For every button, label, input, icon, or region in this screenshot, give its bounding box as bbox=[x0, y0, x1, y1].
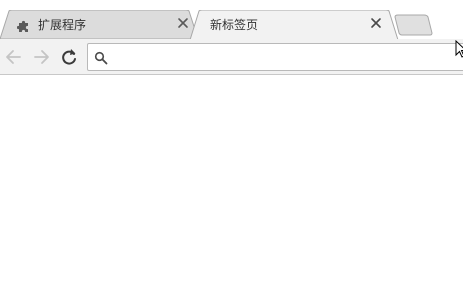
arrow-left-icon[interactable] bbox=[3, 46, 25, 68]
tab-new-tab-title: 新标签页 bbox=[210, 18, 259, 32]
close-icon[interactable] bbox=[177, 17, 189, 29]
close-icon[interactable] bbox=[370, 17, 382, 29]
tab-extensions-title: 扩展程序 bbox=[38, 18, 87, 32]
reload-icon[interactable] bbox=[58, 46, 80, 68]
puzzle-piece-icon bbox=[17, 20, 28, 32]
omnibox[interactable] bbox=[87, 43, 463, 71]
tab-strip: 扩展程序 新标签页 bbox=[0, 0, 463, 40]
search-icon bbox=[94, 51, 108, 65]
omnibox-input[interactable] bbox=[114, 47, 454, 67]
arrow-right-icon[interactable] bbox=[30, 46, 52, 68]
toolbar bbox=[0, 39, 463, 75]
tab-extensions[interactable]: 扩展程序 bbox=[0, 10, 200, 39]
tab-new-tab[interactable]: 新标签页 bbox=[190, 10, 406, 40]
new-tab-icon[interactable] bbox=[394, 14, 434, 36]
